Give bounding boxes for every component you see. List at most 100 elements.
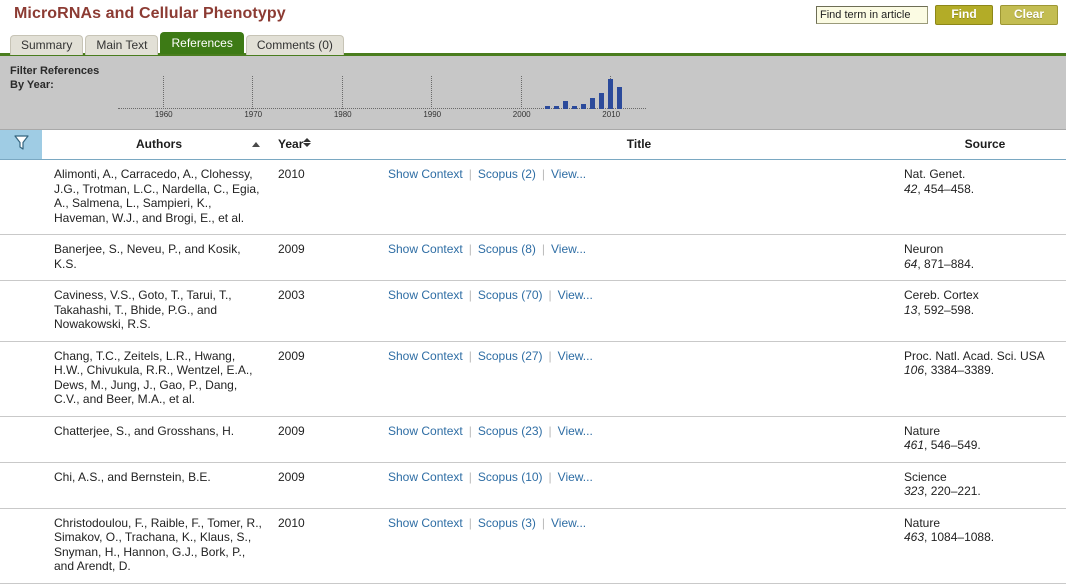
table-row[interactable]: Alimonti, A., Carracedo, A., Clohessy, J… [0, 160, 1066, 235]
table-row[interactable]: Banerjee, S., Neveu, P., and Kosik, K.S.… [0, 235, 1066, 281]
histogram-bar[interactable] [554, 106, 559, 109]
source-name: Cereb. Cortex [904, 288, 979, 302]
scopus-link[interactable]: Scopus (23) [478, 424, 543, 439]
histogram-bar[interactable] [607, 78, 613, 109]
row-source-cell: Nature 461, 546–549. [890, 417, 1066, 462]
year-column-header[interactable]: Year [270, 130, 332, 159]
tab-references[interactable]: References [160, 32, 244, 54]
scopus-link[interactable]: Scopus (27) [478, 349, 543, 364]
row-action-links: Show Context | Scopus (3) | View... [388, 516, 890, 531]
source-pages: , 3384–3389. [924, 363, 995, 377]
show-context-link[interactable]: Show Context [388, 167, 463, 182]
table-row[interactable]: Caviness, V.S., Goto, T., Tarui, T., Tak… [0, 281, 1066, 342]
title-column-header[interactable]: Title [332, 130, 890, 159]
histogram-bar[interactable] [545, 106, 551, 109]
histogram-tick: 1960 [155, 76, 173, 119]
histogram-bar[interactable] [616, 87, 622, 109]
row-action-links: Show Context | Scopus (10) | View... [388, 470, 890, 485]
source-name: Nature [904, 423, 941, 438]
filter-icon[interactable] [13, 135, 29, 154]
link-separator: | [468, 167, 472, 181]
link-separator: | [468, 242, 472, 256]
table-row[interactable]: Chang, T.C., Zeitels, L.R., Hwang, H.W.,… [0, 341, 1066, 417]
table-row[interactable]: Chi, A.S., and Bernstein, B.E. 2009 Show C… [0, 462, 1066, 509]
source-citation: 106, 3384–3389. [904, 363, 1066, 378]
view-link[interactable]: View... [558, 470, 593, 485]
source-pages: , 871–884. [917, 256, 975, 271]
link-separator: | [468, 423, 472, 438]
view-link[interactable]: View... [558, 424, 593, 439]
tab-main-text[interactable]: Main Text [85, 35, 159, 55]
source-volume: 323 [904, 484, 925, 498]
row-title-cell: Show Context | Scopus (27) | View... [332, 342, 890, 416]
scopus-link[interactable]: Scopus (3) [478, 516, 536, 531]
row-action-links: Show Context | Scopus (70) | View... [388, 288, 890, 303]
show-context-link[interactable]: Show Context [388, 470, 463, 485]
tab-bar: Summary Main Text References Comments (0) [0, 30, 1066, 55]
year-histogram[interactable]: 1960 1970 1980 1990 2000 2010 [118, 76, 646, 120]
show-context-link[interactable]: Show Context [388, 288, 463, 303]
view-link[interactable]: View... [551, 242, 586, 257]
row-filter-cell [0, 509, 42, 583]
source-volume: 42 [904, 181, 918, 196]
row-authors: Chi, A.S., and Bernstein, B.E. [54, 469, 211, 484]
authors-column-header[interactable]: Authors [42, 130, 270, 159]
tab-summary[interactable]: Summary [10, 35, 84, 55]
source-name: Neuron [904, 242, 944, 256]
row-source-cell: Neuron 64, 871–884. [890, 235, 1066, 280]
scopus-link[interactable]: Scopus (10) [478, 470, 543, 485]
source-citation: 13, 592–598. [904, 303, 1066, 318]
table-header: Authors Year Title Source [0, 130, 1066, 160]
histogram-tick: 1980 [334, 76, 352, 119]
row-title-cell: Show Context | Scopus (3) | View... [332, 509, 890, 583]
view-link[interactable]: View... [551, 516, 586, 531]
row-authors: Chatterjee, S., and Grosshans, H. [54, 423, 235, 438]
scopus-link[interactable]: Scopus (8) [478, 242, 536, 257]
source-name: Nature [904, 515, 941, 530]
tab-list: Summary Main Text References Comments (0) [10, 30, 1066, 55]
row-source-cell: Cereb. Cortex 13, 592–598. [890, 281, 1066, 341]
row-filter-cell [0, 235, 42, 280]
show-context-link[interactable]: Show Context [388, 516, 463, 531]
histogram-tick-label: 1980 [333, 110, 352, 119]
histogram-bar[interactable] [598, 92, 604, 109]
sort-ascending-icon [252, 142, 260, 147]
show-context-link[interactable]: Show Context [388, 349, 463, 364]
row-title-cell: Show Context | Scopus (8) | View... [332, 235, 890, 280]
view-link[interactable]: View... [551, 167, 586, 182]
histogram-bar[interactable] [589, 98, 595, 109]
row-action-links: Show Context | Scopus (2) | View... [388, 167, 890, 182]
scopus-link[interactable]: Scopus (2) [478, 167, 536, 182]
row-year: 2010 [278, 515, 305, 530]
table-row[interactable]: Chatterjee, S., and Grosshans, H. 2009 Sho… [0, 416, 1066, 463]
row-authors: Chang, T.C., Zeitels, L.R., Hwang, H.W.,… [54, 348, 253, 407]
link-separator: | [548, 288, 552, 302]
show-context-link[interactable]: Show Context [388, 242, 463, 257]
source-name: Nat. Genet. [904, 167, 966, 181]
source-citation: 64, 871–884. [904, 257, 1066, 272]
histogram-bar[interactable] [562, 100, 568, 109]
histogram-bar[interactable] [571, 106, 577, 109]
source-citation: 42, 454–458. [904, 182, 1066, 197]
clear-button[interactable]: Clear [1000, 5, 1058, 25]
source-citation: 323, 220–221. [904, 484, 1066, 499]
source-pages: , 592–598. [917, 302, 975, 317]
find-input[interactable] [816, 6, 928, 24]
scopus-link[interactable]: Scopus (70) [478, 288, 543, 303]
page-header: MicroRNAs and Cellular Phenotypy Find Cl… [0, 0, 1066, 30]
table-row[interactable]: Christodoulou, F., Raible, F., Tomer, R.… [0, 508, 1066, 584]
row-source-cell: Science 323, 220–221. [890, 463, 1066, 508]
histogram-bar[interactable] [580, 103, 586, 109]
row-filter-cell [0, 417, 42, 462]
view-link[interactable]: View... [558, 288, 593, 303]
view-link[interactable]: View... [558, 349, 593, 364]
tab-comments-0[interactable]: Comments (0) [245, 35, 344, 55]
row-source-cell: Nature 463, 1084–1088. [890, 509, 1066, 583]
show-context-link[interactable]: Show Context [388, 424, 463, 439]
filter-column-header[interactable] [0, 135, 42, 154]
source-column-header[interactable]: Source [890, 130, 1066, 159]
find-button[interactable]: Find [935, 5, 993, 25]
row-year: 2009 [278, 423, 305, 438]
histogram-tick: 1990 [423, 76, 441, 119]
link-separator: | [541, 167, 545, 181]
